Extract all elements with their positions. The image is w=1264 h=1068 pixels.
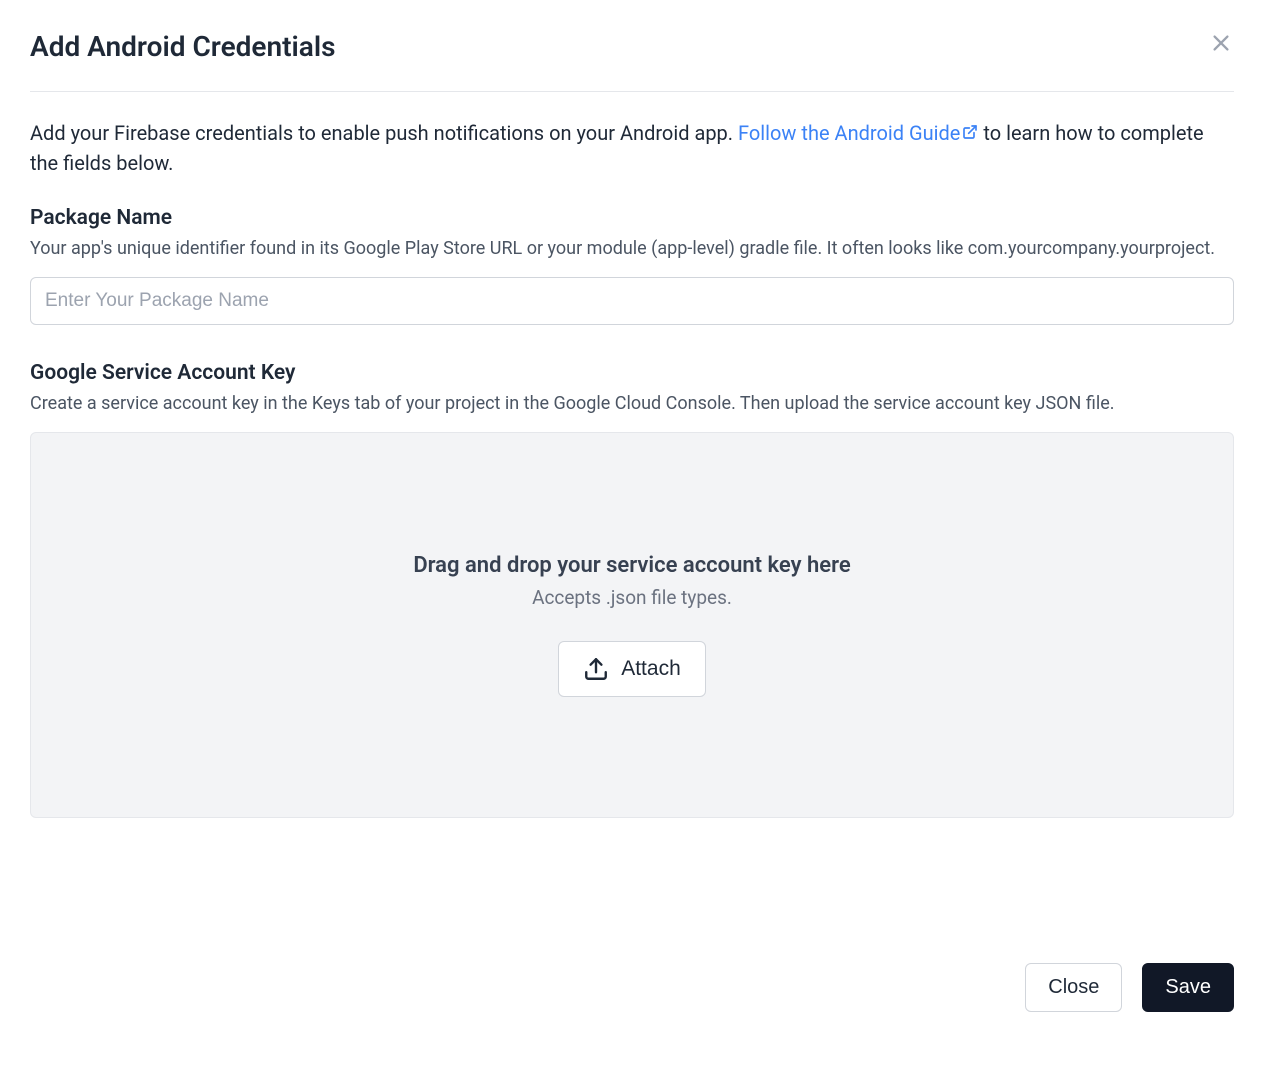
package-name-input[interactable] (30, 277, 1234, 325)
external-link-icon (962, 118, 978, 148)
dialog-footer: Close Save (1025, 963, 1234, 1012)
attach-button[interactable]: Attach (558, 641, 706, 697)
add-android-credentials-dialog: Add Android Credentials Add your Firebas… (0, 0, 1264, 1068)
intro-text: Add your Firebase credentials to enable … (30, 118, 1234, 178)
package-name-description: Your app's unique identifier found in it… (30, 236, 1234, 261)
close-button[interactable] (1208, 30, 1234, 56)
service-account-dropzone[interactable]: Drag and drop your service account key h… (30, 432, 1234, 818)
service-account-field: Google Service Account Key Create a serv… (30, 361, 1234, 818)
save-button[interactable]: Save (1142, 963, 1234, 1012)
dropzone-subtitle: Accepts .json file types. (532, 586, 732, 609)
close-icon (1210, 32, 1232, 54)
android-guide-link[interactable]: Follow the Android Guide (738, 121, 978, 145)
service-account-label: Google Service Account Key (30, 361, 1234, 385)
android-guide-link-text: Follow the Android Guide (738, 121, 960, 145)
intro-prefix: Add your Firebase credentials to enable … (30, 121, 738, 145)
attach-button-label: Attach (621, 657, 681, 681)
dialog-title: Add Android Credentials (30, 30, 336, 63)
upload-icon (583, 656, 609, 682)
dropzone-title: Drag and drop your service account key h… (413, 553, 850, 578)
package-name-field: Package Name Your app's unique identifie… (30, 206, 1234, 325)
service-account-description: Create a service account key in the Keys… (30, 391, 1234, 416)
close-footer-button[interactable]: Close (1025, 963, 1122, 1012)
dialog-header: Add Android Credentials (30, 30, 1234, 92)
package-name-label: Package Name (30, 206, 1234, 230)
